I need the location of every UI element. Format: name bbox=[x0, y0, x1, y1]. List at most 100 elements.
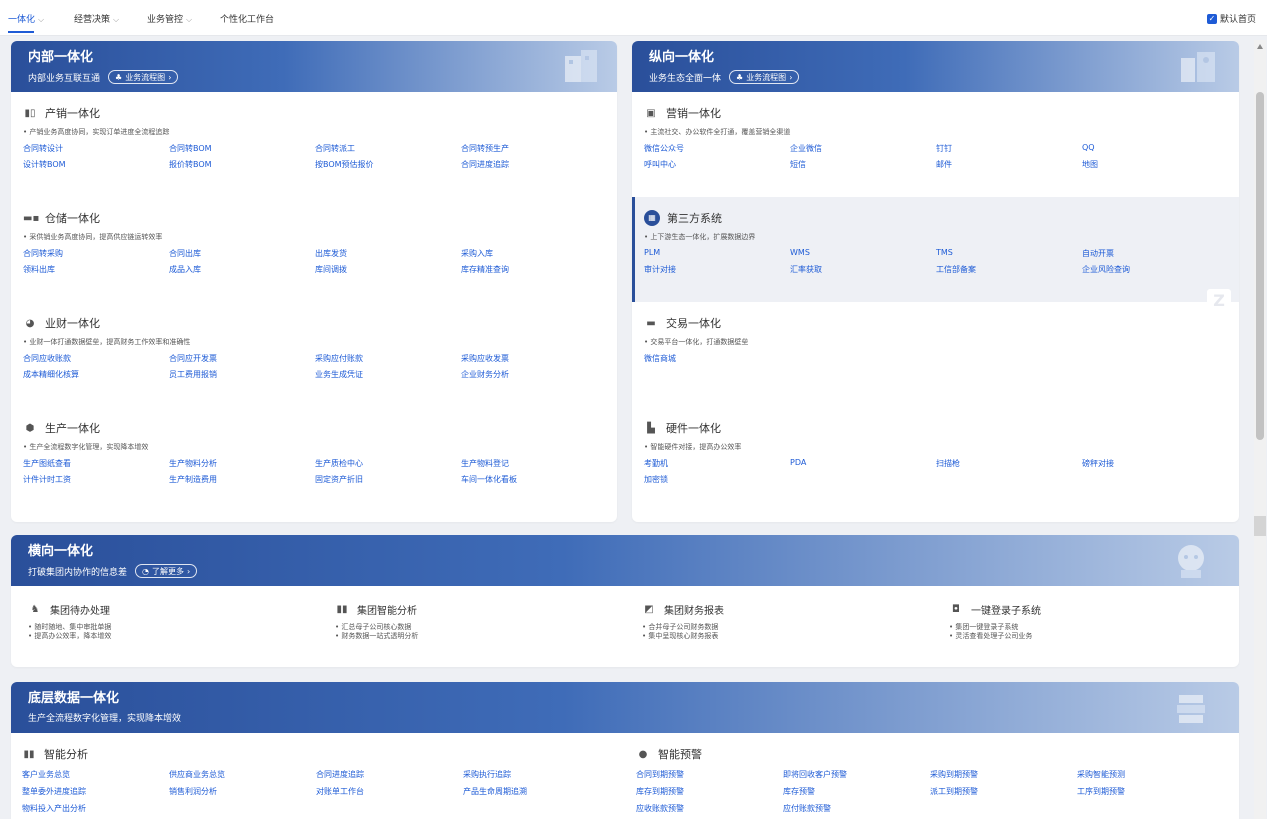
feature-link[interactable]: 磅秤对接 bbox=[1082, 458, 1228, 469]
integration-section: ⬢ 生产一体化 • 生产全流程数字化管理，实现降本增效 生产图纸查看 生产物料分析 生产质… bbox=[11, 407, 617, 512]
feature-link[interactable]: 微信公众号 bbox=[644, 143, 790, 154]
feature-link[interactable]: 应付账款预警 bbox=[783, 803, 930, 814]
tab-business-control[interactable]: 业务管控 ⌵ bbox=[147, 12, 192, 25]
default-home-toggle[interactable]: ✓ 默认首页 bbox=[1206, 12, 1256, 25]
process-diagram-button[interactable]: ♣ 业务流程图 › bbox=[108, 70, 179, 84]
feature-link[interactable]: 扫描枪 bbox=[936, 458, 1082, 469]
feature-link[interactable]: 企业风险查询 bbox=[1082, 264, 1228, 275]
feature-link[interactable]: 微信商城 bbox=[644, 353, 790, 364]
ecosystem-illustration-icon bbox=[1181, 52, 1215, 82]
feature-link[interactable]: 库存到期预警 bbox=[636, 786, 783, 797]
feature-link[interactable]: 整单委外进度追踪 bbox=[22, 786, 169, 797]
feature-link[interactable]: 产品生命周期追溯 bbox=[463, 786, 610, 797]
feature-link[interactable]: 合同转采购 bbox=[23, 248, 169, 259]
feature-bullets: • 集团一键登录子系统 • 灵活查看处理子公司业务 bbox=[949, 623, 1239, 641]
feature-link[interactable]: 客户业务总览 bbox=[22, 769, 169, 780]
feature-link[interactable]: PLM bbox=[644, 248, 790, 259]
feature-link[interactable]: 员工费用报销 bbox=[169, 369, 315, 380]
feature-link[interactable]: 生产图纸查看 bbox=[23, 458, 169, 469]
section-title: ▙ 硬件一体化 bbox=[644, 421, 1239, 435]
feature-link[interactable]: 生产质检中心 bbox=[315, 458, 461, 469]
feature-link[interactable]: 合同应收账款 bbox=[23, 353, 169, 364]
scroll-up-icon[interactable] bbox=[1257, 44, 1263, 49]
feature-link[interactable]: 生产物料分析 bbox=[169, 458, 315, 469]
feature-link[interactable]: 合同出库 bbox=[169, 248, 315, 259]
feature-link[interactable]: 短信 bbox=[790, 159, 936, 170]
feature-link[interactable]: 供应商业务总览 bbox=[169, 769, 316, 780]
feature-link[interactable]: 设计转BOM bbox=[23, 159, 169, 170]
feature-link[interactable]: 采购执行追踪 bbox=[463, 769, 610, 780]
checkbox-checked-icon[interactable]: ✓ bbox=[1206, 13, 1217, 24]
tab-business-decision[interactable]: 经营决策 ⌵ bbox=[74, 12, 119, 25]
feature-link[interactable]: 合同到期预警 bbox=[636, 769, 783, 780]
group-feature[interactable]: ◩ 集团财务报表 • 合并母子公司财务数据 • 集中呈现核心财务报表 bbox=[642, 602, 949, 641]
feature-link[interactable]: 合同进度追踪 bbox=[461, 159, 607, 170]
feature-link[interactable]: 合同进度追踪 bbox=[316, 769, 463, 780]
feature-link[interactable]: WMS bbox=[790, 248, 936, 259]
group-feature[interactable]: ◘ 一键登录子系统 • 集团一键登录子系统 • 灵活查看处理子公司业务 bbox=[949, 602, 1239, 641]
feature-link[interactable]: 采购智能预测 bbox=[1077, 769, 1224, 780]
feature-link[interactable]: 业务生成凭证 bbox=[315, 369, 461, 380]
scrollbar-track-mark bbox=[1254, 516, 1266, 536]
feature-link[interactable]: 成品入库 bbox=[169, 264, 315, 275]
feature-link[interactable]: 库存预警 bbox=[783, 786, 930, 797]
building-illustration-icon bbox=[565, 50, 597, 82]
feature-link[interactable]: 采购应收发票 bbox=[461, 353, 607, 364]
feature-link[interactable]: 自动开票 bbox=[1082, 248, 1228, 259]
feature-link[interactable]: 合同转BOM bbox=[169, 143, 315, 154]
feature-link[interactable]: PDA bbox=[790, 458, 936, 469]
feature-link[interactable]: 工信部备案 bbox=[936, 264, 1082, 275]
analytics-icon: ▮▮ bbox=[23, 748, 35, 760]
feature-link[interactable]: 考勤机 bbox=[644, 458, 790, 469]
scrollbar-thumb[interactable] bbox=[1256, 92, 1264, 440]
feature-link[interactable]: 加密锁 bbox=[644, 474, 790, 485]
feature-link[interactable]: 汇率获取 bbox=[790, 264, 936, 275]
feature-link[interactable]: QQ bbox=[1082, 143, 1228, 154]
tab-integration[interactable]: 一体化 ⌵ bbox=[8, 12, 44, 25]
feature-link[interactable]: 物料投入产出分析 bbox=[22, 803, 169, 814]
feature-link[interactable]: 邮件 bbox=[936, 159, 1082, 170]
feature-link[interactable]: 即将回收客户预警 bbox=[783, 769, 930, 780]
feature-link[interactable]: 采购到期预警 bbox=[930, 769, 1077, 780]
tab-personal-workspace[interactable]: 个性化工作台 bbox=[220, 12, 274, 25]
feature-link[interactable]: 生产物料登记 bbox=[461, 458, 607, 469]
card-header: 纵向一体化 业务生态全面一体 ♣ 业务流程图 › bbox=[632, 41, 1239, 92]
learn-more-button[interactable]: ◔ 了解更多 › bbox=[135, 564, 198, 578]
feature-link[interactable]: 采购应付账款 bbox=[315, 353, 461, 364]
feature-link[interactable]: 呼叫中心 bbox=[644, 159, 790, 170]
feature-link[interactable]: 库间调拨 bbox=[315, 264, 461, 275]
feature-link[interactable]: 合同转预生产 bbox=[461, 143, 607, 154]
feature-link[interactable]: TMS bbox=[936, 248, 1082, 259]
feature-link[interactable]: 采购入库 bbox=[461, 248, 607, 259]
process-diagram-button[interactable]: ♣ 业务流程图 › bbox=[729, 70, 800, 84]
feature-link[interactable]: 库存精准查询 bbox=[461, 264, 607, 275]
feature-link[interactable]: 企业微信 bbox=[790, 143, 936, 154]
feature-link[interactable]: 地图 bbox=[1082, 159, 1228, 170]
feature-link[interactable]: 出库发货 bbox=[315, 248, 461, 259]
data-integration-card: 底层数据一体化 生产全流程数字化管理，实现降本增效 ▮▮ 智能分析 客户业务总览 供应… bbox=[11, 682, 1239, 819]
feature-link[interactable]: 固定资产折旧 bbox=[315, 474, 461, 485]
group-feature[interactable]: ♞ 集团待办处理 • 随时随地、集中审批单据 • 提高办公效率，降本增效 bbox=[28, 602, 335, 641]
feature-link[interactable]: 领料出库 bbox=[23, 264, 169, 275]
feature-link[interactable]: 合同转设计 bbox=[23, 143, 169, 154]
chevron-right-icon: › bbox=[168, 72, 172, 82]
feature-link[interactable]: 钉钉 bbox=[936, 143, 1082, 154]
feature-link[interactable]: 合同应开发票 bbox=[169, 353, 315, 364]
feature-link[interactable]: 应收账款预警 bbox=[636, 803, 783, 814]
feature-link[interactable]: 生产制造费用 bbox=[169, 474, 315, 485]
feature-link[interactable]: 按BOM预估报价 bbox=[315, 159, 461, 170]
feature-link[interactable]: 对账单工作台 bbox=[316, 786, 463, 797]
feature-link-grid: 客户业务总览 供应商业务总览 合同进度追踪 采购执行追踪整单委外进度追踪 销售利润分析对… bbox=[22, 769, 636, 814]
feature-link[interactable]: 派工到期预警 bbox=[930, 786, 1077, 797]
vertical-scrollbar[interactable] bbox=[1254, 40, 1266, 819]
feature-link[interactable]: 审计对接 bbox=[644, 264, 790, 275]
group-feature[interactable]: ▮▮ 集团智能分析 • 汇总母子公司核心数据 • 财务数据一站式透明分析 bbox=[335, 602, 642, 641]
feature-link[interactable]: 工序到期预警 bbox=[1077, 786, 1224, 797]
feature-link[interactable]: 企业财务分析 bbox=[461, 369, 607, 380]
feature-link[interactable]: 合同转派工 bbox=[315, 143, 461, 154]
feature-link[interactable]: 车间一体化看板 bbox=[461, 474, 607, 485]
feature-link[interactable]: 报价转BOM bbox=[169, 159, 315, 170]
feature-link[interactable]: 计件计时工资 bbox=[23, 474, 169, 485]
feature-link[interactable]: 销售利润分析 bbox=[169, 786, 316, 797]
feature-link[interactable]: 成本精细化核算 bbox=[23, 369, 169, 380]
